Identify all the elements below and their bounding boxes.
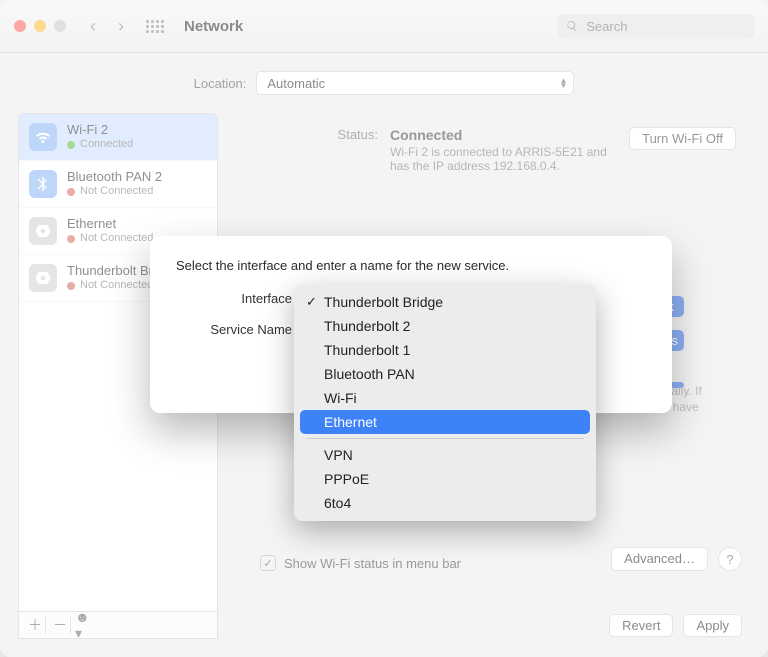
interface-option-label: Ethernet [324,414,377,430]
interface-option-label: PPPoE [324,471,369,487]
interface-option[interactable]: ✓ Thunderbolt Bridge [300,290,590,314]
sheet-prompt: Select the interface and enter a name fo… [176,258,646,273]
interface-option[interactable]: Wi-Fi [300,386,590,410]
interface-option-label: VPN [324,447,353,463]
interface-option-label: Thunderbolt 1 [324,342,410,358]
interface-option[interactable]: PPPoE [300,467,590,491]
interface-option[interactable]: Ethernet [300,410,590,434]
interface-option[interactable]: Bluetooth PAN [300,362,590,386]
service-name-label: Service Name [176,322,292,337]
interface-dropdown-menu: ✓ Thunderbolt Bridge Thunderbolt 2 Thunderb… [294,284,596,521]
interface-label: Interface [176,291,292,306]
interface-option[interactable]: 6to4 [300,491,590,515]
interface-option-label: Thunderbolt Bridge [324,294,443,310]
menu-separator [306,438,584,439]
network-prefs-window: ‹ › Network Location: Automatic ▲▼ Wi-Fi… [0,0,768,657]
interface-option[interactable]: VPN [300,443,590,467]
interface-option[interactable]: Thunderbolt 2 [300,314,590,338]
interface-option-label: Thunderbolt 2 [324,318,410,334]
interface-option[interactable]: Thunderbolt 1 [300,338,590,362]
interface-option-label: Wi-Fi [324,390,357,406]
interface-option-label: Bluetooth PAN [324,366,415,382]
checkmark-icon: ✓ [306,294,317,310]
interface-option-label: 6to4 [324,495,351,511]
